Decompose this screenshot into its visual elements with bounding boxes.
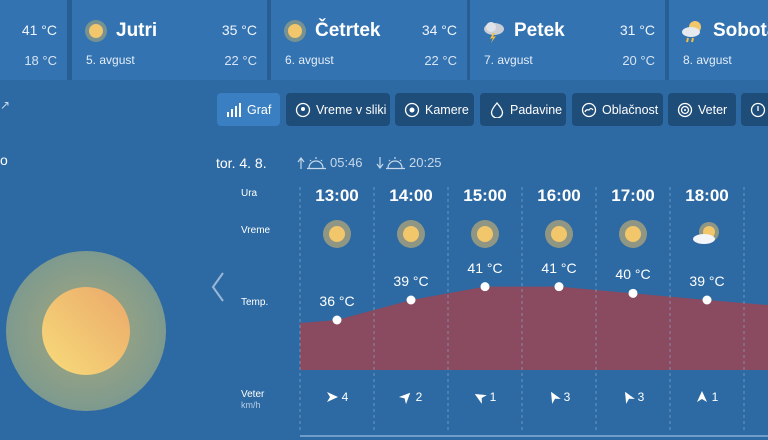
hour-label: 13:00: [315, 186, 359, 205]
temperature-point: [406, 295, 416, 305]
hour-label: 17:00: [611, 186, 655, 205]
wind-direction-arrow-icon: [550, 391, 561, 404]
sun-icon: [618, 219, 648, 249]
wind-cell: 3: [596, 390, 670, 404]
wind-cell: 2: [374, 390, 448, 405]
temperature-point: [554, 282, 564, 292]
temperature-label: 36 °C: [319, 293, 355, 309]
wind-direction-arrow-icon: [398, 392, 410, 405]
wind-direction-arrow-icon: [624, 391, 635, 404]
sun-icon-graphic: [397, 220, 425, 248]
sun-cloud-icon-graphic: [693, 222, 719, 244]
sun-icon-graphic: [323, 220, 351, 248]
sun-icon: [470, 219, 500, 249]
wind-cell: 3: [522, 390, 596, 404]
temperature-point: [480, 282, 490, 292]
sun-icon: [544, 219, 574, 249]
temperature-label: 39 °C: [393, 273, 429, 289]
wind-speed: 4: [341, 390, 349, 404]
wind-speed: 3: [563, 390, 571, 404]
wind-cell: 1: [448, 390, 522, 404]
hour-label: 18:00: [685, 186, 729, 205]
sun-icon: [322, 219, 352, 249]
temperature-point: [702, 295, 712, 305]
wind-speed: 2: [415, 390, 423, 404]
hour-label: 14:00: [389, 186, 433, 205]
temperature-label: 41 °C: [541, 259, 577, 276]
temperature-label: 40 °C: [615, 266, 651, 283]
wind-speed: 1: [489, 390, 497, 404]
wind-cell: 4: [300, 390, 374, 404]
temperature-point: [628, 288, 638, 298]
wind-cell: 1: [670, 390, 744, 404]
sun-cloud-icon: [692, 219, 722, 249]
hourly-chart: [299, 187, 768, 437]
sun-icon: [396, 219, 426, 249]
temperature-label: 41 °C: [467, 259, 503, 276]
temperature-label: 39 °C: [689, 273, 725, 289]
hour-label: 16:00: [537, 186, 581, 205]
sun-icon-graphic: [471, 220, 499, 248]
temperature-point: [332, 315, 342, 325]
wind-direction-arrow-icon: [474, 394, 487, 404]
wind-direction-arrow-icon: [696, 391, 707, 402]
sun-icon-graphic: [619, 220, 647, 248]
wind-speed: 1: [711, 390, 719, 404]
wind-speed: 3: [637, 390, 645, 404]
hour-label: 15:00: [463, 186, 507, 205]
wind-direction-arrow-icon: [326, 392, 338, 402]
sun-icon-graphic: [545, 220, 573, 248]
